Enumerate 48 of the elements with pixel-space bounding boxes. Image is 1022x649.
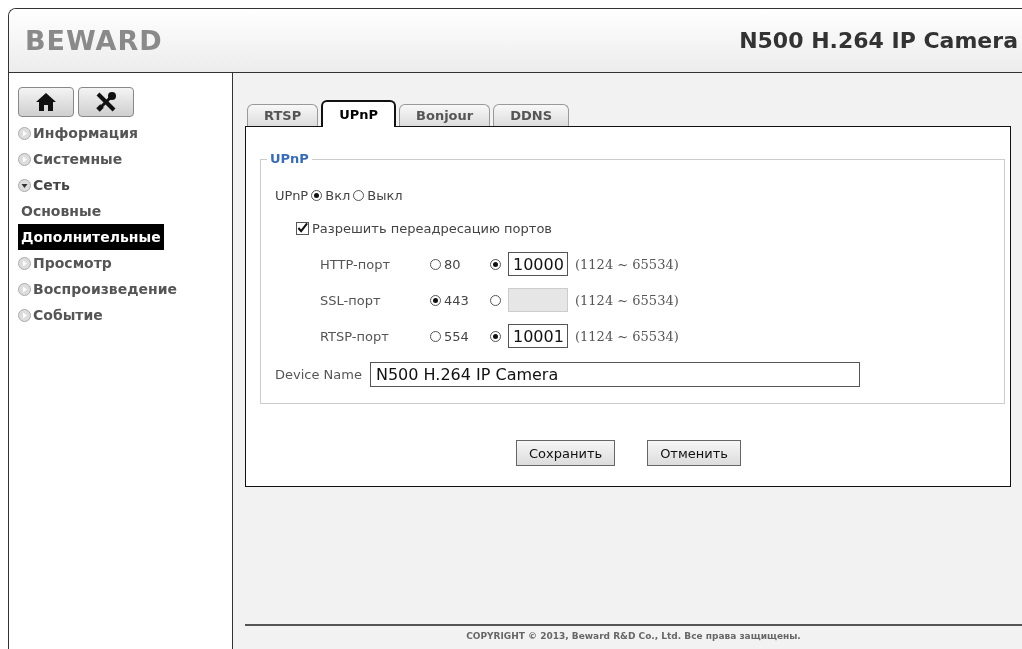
radio-button[interactable] xyxy=(490,258,501,270)
nav-item[interactable]: Информация xyxy=(33,125,138,141)
field-label: Device Name xyxy=(275,366,362,382)
field-label: HTTP-порт xyxy=(320,256,391,272)
nav-item[interactable]: Просмотр xyxy=(33,255,112,271)
port-input[interactable]: 10001 xyxy=(508,324,568,348)
settings-button[interactable] xyxy=(78,87,134,117)
device-name-input[interactable]: N500 H.264 IP Camera xyxy=(369,361,860,387)
radio-button[interactable] xyxy=(430,294,441,306)
nav-item[interactable]: Сеть xyxy=(33,177,70,193)
home-icon xyxy=(35,92,57,112)
option-label: 80 xyxy=(444,256,461,272)
tab[interactable]: RTSP xyxy=(247,104,319,126)
port-input[interactable]: 10000 xyxy=(508,252,568,276)
nav-subitem[interactable]: Основные xyxy=(18,198,105,224)
field-label: UPnP xyxy=(275,187,309,203)
tab[interactable]: DDNS xyxy=(493,104,570,126)
radio-button[interactable] xyxy=(353,189,365,201)
section-legend: UPnP xyxy=(267,151,312,166)
option-label: 554 xyxy=(444,328,469,344)
radio-button[interactable] xyxy=(490,294,501,306)
field-label: SSL-порт xyxy=(320,292,382,308)
range-hint: (1124 ~ 65534) xyxy=(575,328,679,344)
nav-item[interactable]: Событие xyxy=(33,307,103,323)
range-hint: (1124 ~ 65534) xyxy=(575,256,679,272)
cancel-button[interactable]: Отменить xyxy=(647,440,741,466)
home-button[interactable] xyxy=(18,87,74,117)
option-label: Вкл xyxy=(325,187,351,203)
option-label: Выкл xyxy=(367,187,403,203)
tab[interactable]: Bonjour xyxy=(399,104,491,126)
radio-button[interactable] xyxy=(430,330,441,342)
checkbox-label: Разрешить переадресацию портов xyxy=(312,220,552,236)
nav-item[interactable]: Системные xyxy=(33,151,123,167)
radio-button[interactable] xyxy=(490,330,501,342)
field-label: RTSP-порт xyxy=(320,328,390,344)
radio-button[interactable] xyxy=(311,189,323,201)
checkbox[interactable] xyxy=(296,221,309,235)
tools-icon xyxy=(95,91,117,113)
range-hint: (1124 ~ 65534) xyxy=(575,292,679,308)
nav-subitem[interactable]: Дополнительные xyxy=(18,224,164,250)
option-label: 443 xyxy=(444,292,469,308)
page-title: N500 H.264 IP Camera xyxy=(739,28,1018,53)
tab[interactable]: UPnP xyxy=(321,100,397,127)
radio-button[interactable] xyxy=(430,258,441,270)
copyright-text: COPYRIGHT © 2013, Beward R&D Co., Ltd. Все права защищены. xyxy=(466,631,801,641)
save-button[interactable]: Сохранить xyxy=(516,440,616,466)
brand-logo: BEWARD xyxy=(25,25,163,56)
nav-item[interactable]: Воспроизведение xyxy=(33,281,177,297)
